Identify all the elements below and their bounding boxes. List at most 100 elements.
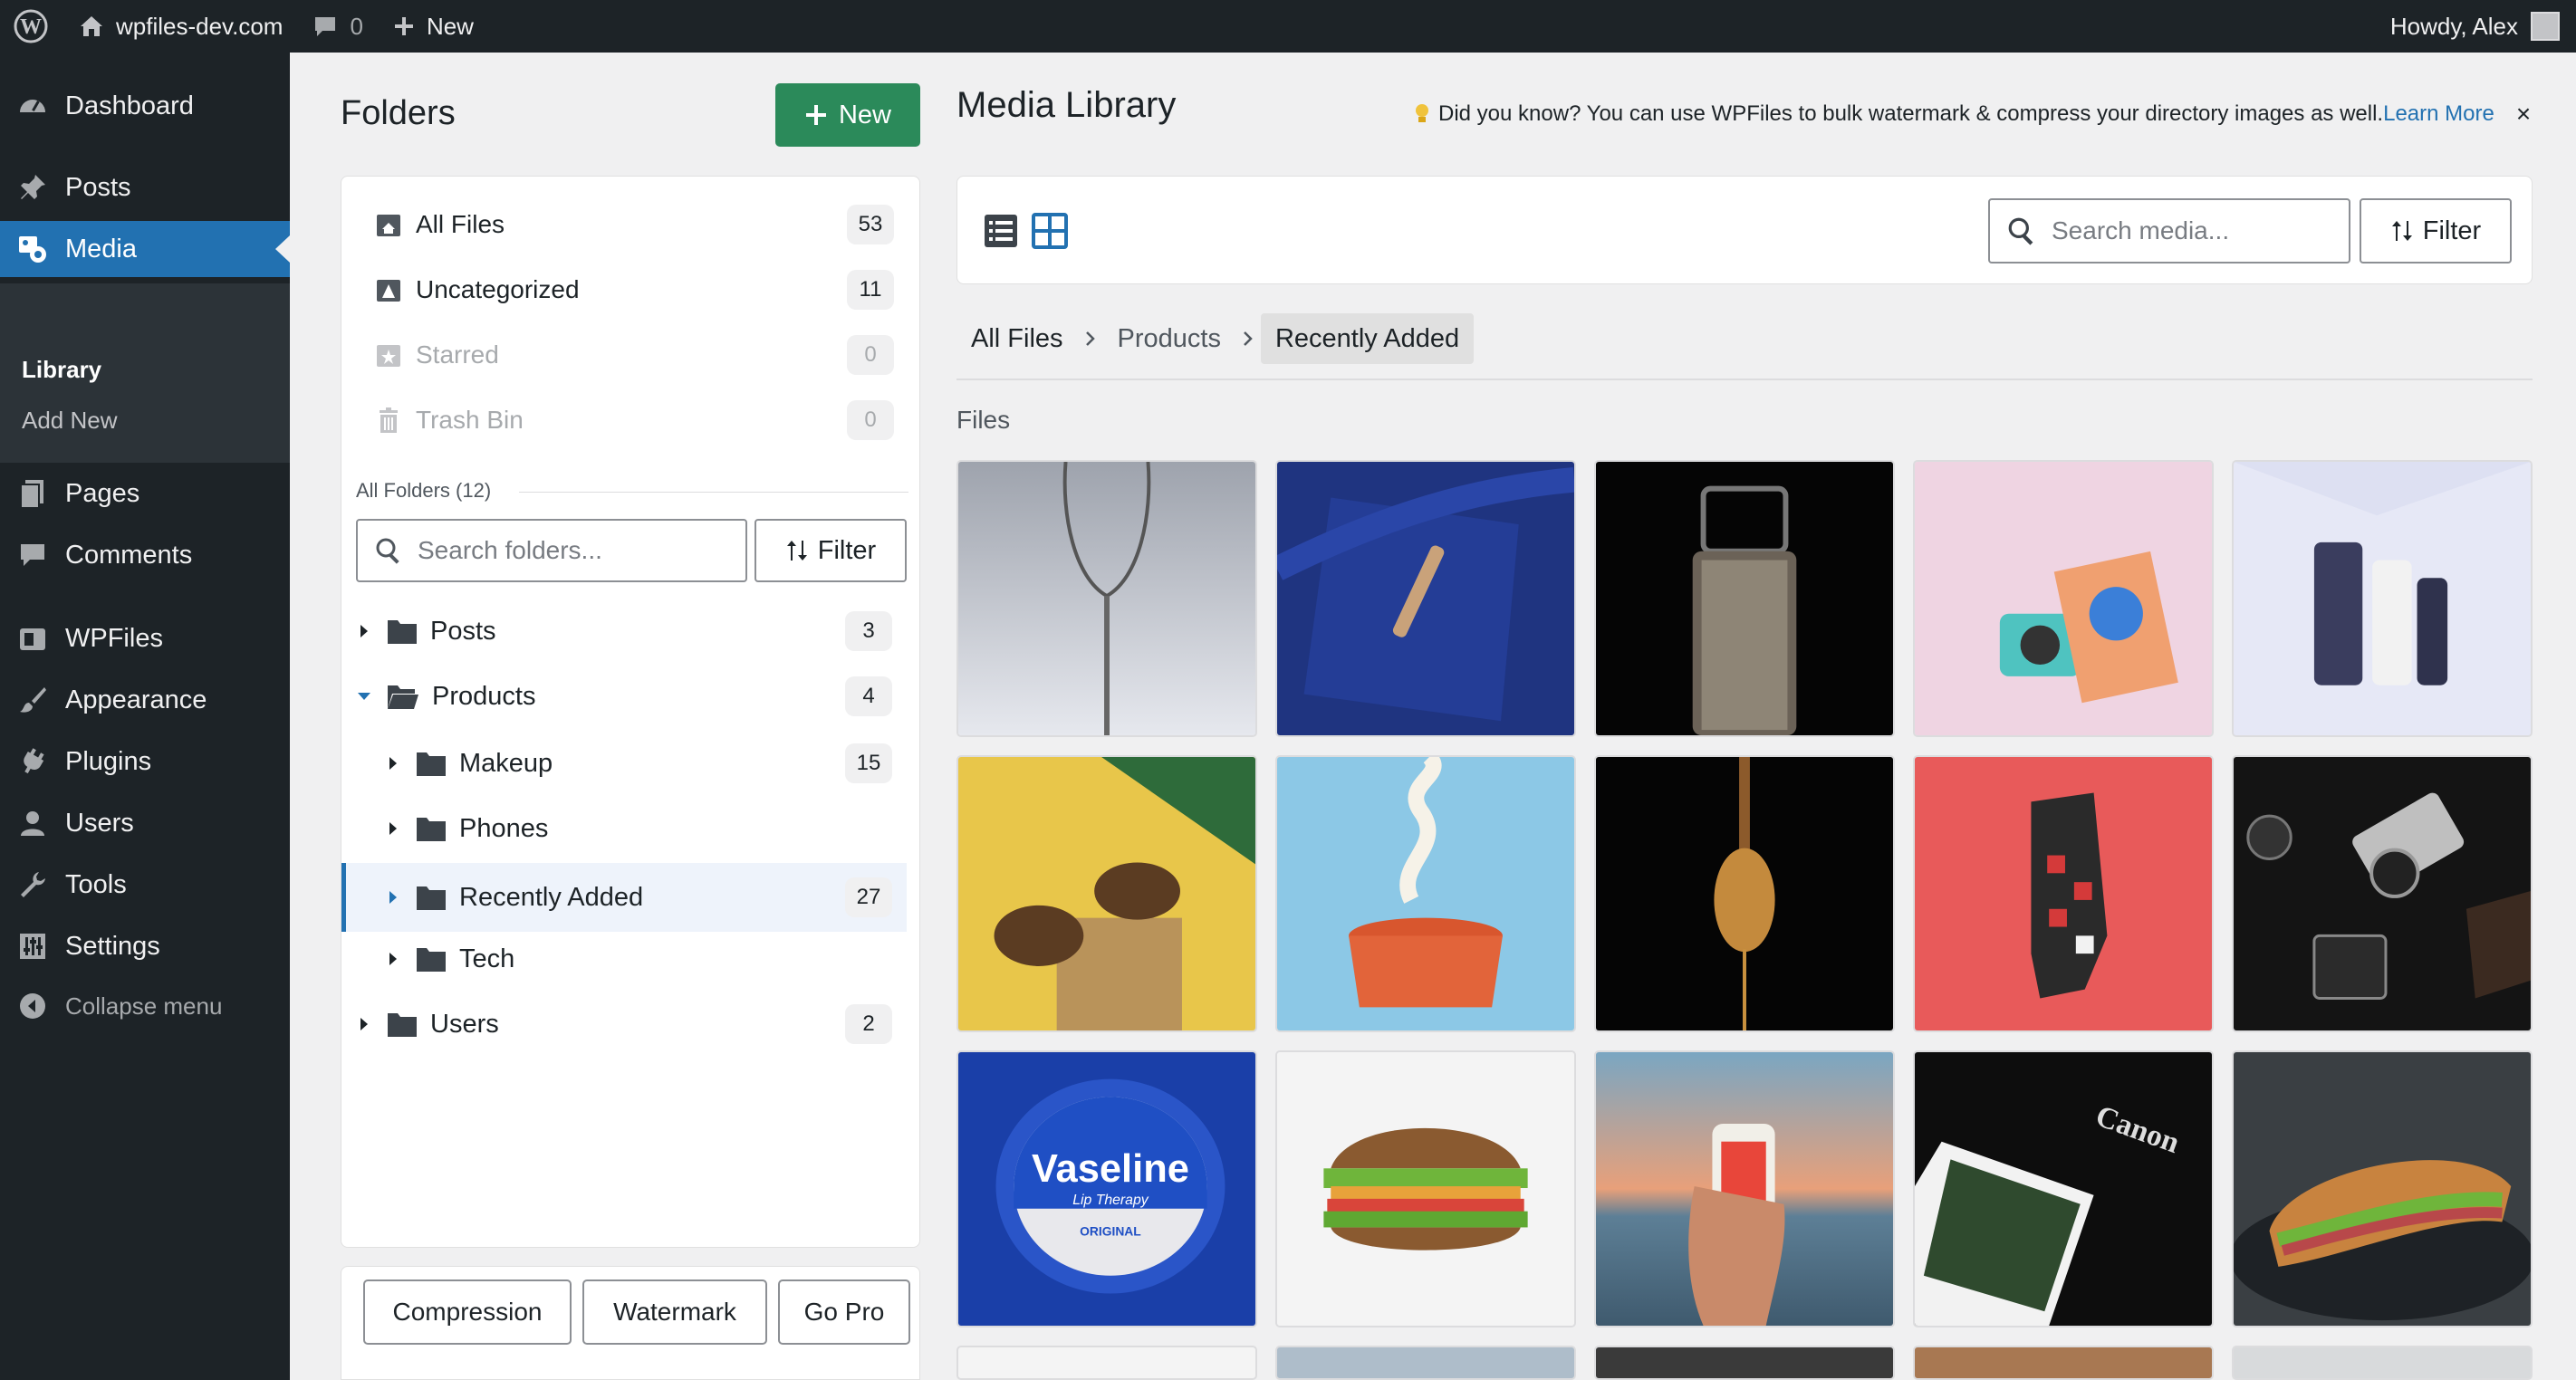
breadcrumb-all-files[interactable]: All Files xyxy=(956,313,1078,364)
caret-right-icon[interactable] xyxy=(354,623,374,639)
caret-right-icon[interactable] xyxy=(383,951,403,967)
media-tile-skincare[interactable] xyxy=(2232,460,2533,737)
media-tile-hand-can[interactable] xyxy=(1594,1050,1895,1327)
menu-plugins-label: Plugins xyxy=(65,746,152,776)
all-folders-label: All Folders (12) xyxy=(356,479,492,502)
site-name-link[interactable]: wpfiles-dev.com xyxy=(63,0,297,53)
files-section-label: Files xyxy=(956,406,1011,434)
media-tile-partial-2[interactable] xyxy=(1275,1346,1576,1380)
menu-users[interactable]: Users xyxy=(0,795,290,851)
user-icon xyxy=(21,811,44,836)
comment-bubble-icon xyxy=(21,544,44,566)
caret-right-icon[interactable] xyxy=(354,1016,374,1032)
trash-icon xyxy=(380,407,398,433)
quick-all-files[interactable]: All Files 53 xyxy=(374,199,908,250)
caret-right-icon[interactable] xyxy=(383,889,403,906)
page-title: Media Library xyxy=(956,85,1177,125)
tree-folder-tech[interactable]: Tech xyxy=(383,930,907,988)
settings-sliders-icon xyxy=(20,934,45,959)
wordpress-logo-button[interactable]: W xyxy=(0,0,63,53)
submenu-library[interactable]: Library xyxy=(22,356,101,384)
media-filter-button[interactable]: Filter xyxy=(2360,198,2512,264)
media-tile-blue-gift-pen[interactable] xyxy=(1275,460,1576,737)
search-icon xyxy=(2008,217,2033,245)
media-tile-honey-dipper[interactable] xyxy=(1594,755,1895,1032)
media-tile-canon-print[interactable]: Canon xyxy=(1913,1050,2214,1327)
media-tile-vintage-cameras[interactable] xyxy=(2232,755,2533,1032)
menu-appearance[interactable]: Appearance xyxy=(0,672,290,728)
media-search-input[interactable]: Search media... xyxy=(1988,198,2350,264)
learn-more-link[interactable]: Learn More xyxy=(2383,101,2494,127)
media-icon xyxy=(19,236,46,263)
tree-folder-posts-count: 3 xyxy=(845,611,892,651)
media-tile-sub-sandwich[interactable] xyxy=(2232,1050,2533,1327)
menu-plugins[interactable]: Plugins xyxy=(0,733,290,790)
quick-uncategorized[interactable]: Uncategorized 11 xyxy=(374,264,908,315)
compression-button[interactable]: Compression xyxy=(363,1279,572,1345)
media-tile-sock[interactable] xyxy=(1913,755,2214,1032)
media-thumb-perfume xyxy=(1596,462,1893,735)
media-tile-partial-4[interactable] xyxy=(1913,1346,2214,1380)
folder-search-input[interactable]: Search folders... xyxy=(356,519,747,582)
my-account-link[interactable]: Howdy, Alex xyxy=(2376,0,2576,53)
breadcrumb-recently-added[interactable]: Recently Added xyxy=(1260,313,1475,364)
tree-folder-users-label: Users xyxy=(430,1009,499,1039)
media-tile-partial-5[interactable] xyxy=(2232,1346,2533,1380)
pages-icon xyxy=(20,480,43,509)
menu-dashboard-label: Dashboard xyxy=(65,91,194,120)
quick-starred[interactable]: Starred 0 xyxy=(374,330,908,380)
chevron-right-icon xyxy=(1235,330,1261,348)
notice-close-icon[interactable]: × xyxy=(2516,100,2531,129)
plus-icon xyxy=(394,17,413,35)
list-view-toggle[interactable] xyxy=(983,213,1019,254)
menu-comments[interactable]: Comments xyxy=(0,527,290,583)
lightbulb-icon xyxy=(1416,104,1428,122)
tree-folder-phones[interactable]: Phones xyxy=(383,800,907,858)
comments-link[interactable]: 0 xyxy=(297,0,377,53)
breadcrumb-products[interactable]: Products xyxy=(1103,313,1235,364)
admin-sidebar: Dashboard Posts Media Library Add New Pa… xyxy=(0,53,290,1380)
media-tile-vaseline[interactable]: Vaseline Lip Therapy ORIGINAL xyxy=(956,1050,1257,1327)
media-tile-partial-1[interactable] xyxy=(956,1346,1257,1380)
menu-settings[interactable]: Settings xyxy=(0,918,290,974)
menu-posts[interactable]: Posts xyxy=(0,159,290,216)
media-tile-noodle-pot[interactable] xyxy=(1275,755,1576,1032)
folder-filter-button[interactable]: Filter xyxy=(755,519,907,582)
tree-folder-users[interactable]: Users 2 xyxy=(354,995,907,1053)
caret-right-icon[interactable] xyxy=(383,820,403,837)
new-folder-button[interactable]: New xyxy=(775,83,920,147)
tree-folder-recently-added[interactable]: Recently Added 27 xyxy=(341,863,907,932)
tree-folder-makeup[interactable]: Makeup 15 xyxy=(383,734,907,792)
caret-right-icon[interactable] xyxy=(383,755,403,771)
media-tile-camera-notebook[interactable] xyxy=(1913,460,2214,737)
menu-wpfiles[interactable]: WPFiles xyxy=(0,610,290,666)
menu-media[interactable]: Media xyxy=(0,221,290,277)
menu-dashboard[interactable]: Dashboard xyxy=(0,78,290,134)
tree-folder-products[interactable]: Products 4 xyxy=(354,667,907,725)
paintbrush-icon xyxy=(20,687,46,713)
tree-folder-posts[interactable]: Posts 3 xyxy=(354,602,907,660)
media-tile-perfume[interactable] xyxy=(1594,460,1895,737)
home-folder-icon xyxy=(377,215,400,236)
tree-folder-products-label: Products xyxy=(432,681,536,711)
submenu-add-new[interactable]: Add New xyxy=(22,407,118,435)
plugin-icon xyxy=(24,748,44,774)
caret-down-icon[interactable] xyxy=(354,690,374,703)
media-tile-partial-3[interactable] xyxy=(1594,1346,1895,1380)
collapse-menu-label: Collapse menu xyxy=(65,992,223,1020)
new-content-link[interactable]: New xyxy=(378,0,488,53)
list-view-icon xyxy=(985,215,1017,247)
media-tile-sandwich[interactable] xyxy=(1275,1050,1576,1327)
folders-panel: All Files 53 Uncategorized 11 Starred 0 … xyxy=(341,176,920,1248)
media-tile-sunglasses[interactable] xyxy=(956,755,1257,1032)
media-tile-wine-glass[interactable] xyxy=(956,460,1257,737)
go-pro-button[interactable]: Go Pro xyxy=(778,1279,910,1345)
grid-view-toggle[interactable] xyxy=(1032,213,1068,254)
collapse-menu-button[interactable]: Collapse menu xyxy=(0,978,290,1034)
quick-trash-bin[interactable]: Trash Bin 0 xyxy=(374,395,908,446)
menu-pages[interactable]: Pages xyxy=(0,465,290,522)
menu-tools[interactable]: Tools xyxy=(0,857,290,913)
watermark-button[interactable]: Watermark xyxy=(582,1279,767,1345)
media-thumb-honey-dipper xyxy=(1596,757,1893,1030)
media-thumb-blue-gift-pen xyxy=(1277,462,1574,735)
